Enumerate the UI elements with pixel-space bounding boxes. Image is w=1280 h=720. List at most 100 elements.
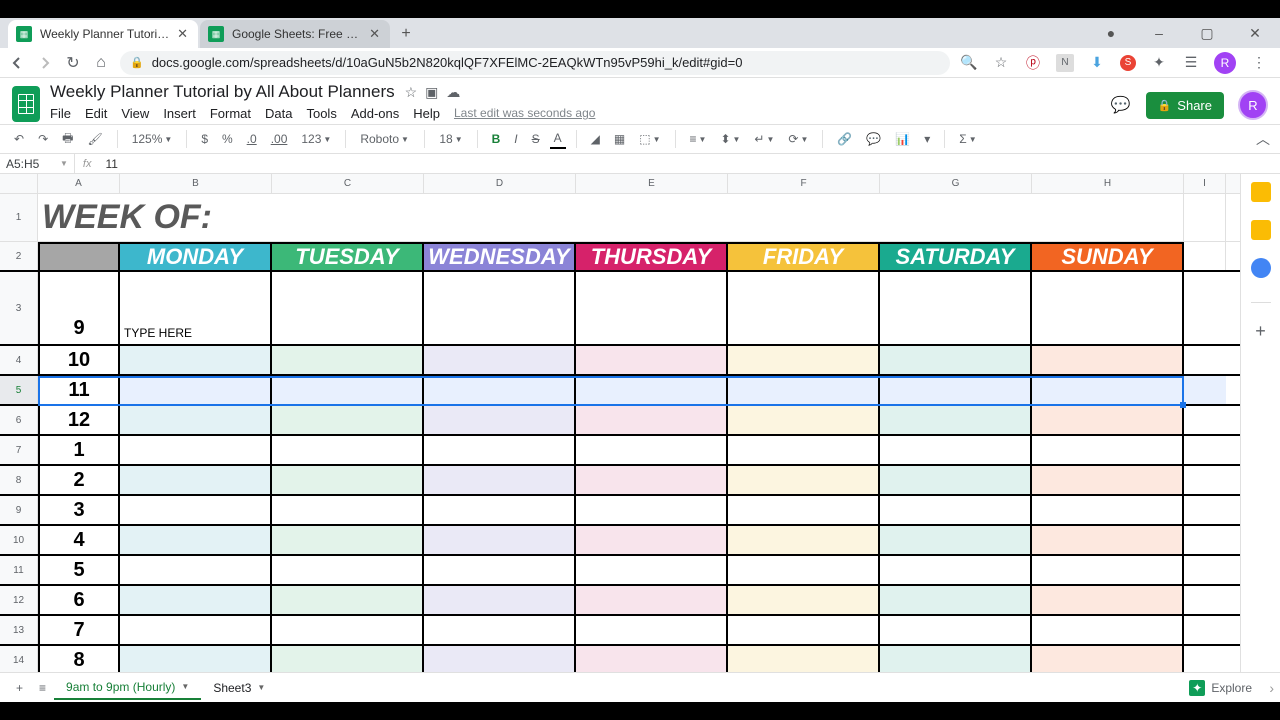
cell[interactable]: SUNDAY bbox=[1032, 242, 1184, 270]
document-title[interactable]: Weekly Planner Tutorial by All About Pla… bbox=[50, 82, 395, 102]
format-currency-button[interactable]: $ bbox=[197, 130, 212, 148]
cell[interactable] bbox=[1032, 406, 1184, 434]
cell[interactable] bbox=[120, 526, 272, 554]
cell[interactable] bbox=[120, 406, 272, 434]
cell[interactable] bbox=[1032, 586, 1184, 614]
cell[interactable] bbox=[576, 272, 728, 344]
cell[interactable]: 6 bbox=[38, 586, 120, 614]
cell[interactable] bbox=[880, 436, 1032, 464]
cell[interactable] bbox=[120, 376, 272, 404]
cell[interactable]: MONDAY bbox=[120, 242, 272, 270]
text-color-button[interactable]: A bbox=[550, 129, 566, 149]
row-header[interactable]: 7 bbox=[0, 436, 38, 464]
cell[interactable] bbox=[424, 436, 576, 464]
col-header-g[interactable]: G bbox=[880, 174, 1032, 193]
cell[interactable] bbox=[1032, 376, 1184, 404]
cell[interactable] bbox=[272, 586, 424, 614]
cell[interactable] bbox=[728, 586, 880, 614]
cell[interactable] bbox=[120, 616, 272, 644]
cell[interactable] bbox=[272, 496, 424, 524]
row-header[interactable]: 3 bbox=[0, 272, 38, 344]
cell[interactable] bbox=[272, 436, 424, 464]
cell[interactable] bbox=[880, 376, 1032, 404]
close-tab-icon[interactable]: ✕ bbox=[367, 26, 382, 42]
cell[interactable] bbox=[1032, 496, 1184, 524]
row-header[interactable]: 8 bbox=[0, 466, 38, 494]
ext-red-icon[interactable]: S bbox=[1120, 55, 1136, 71]
cell[interactable] bbox=[576, 496, 728, 524]
cell[interactable]: SATURDAY bbox=[880, 242, 1032, 270]
notion-ext-icon[interactable]: N bbox=[1056, 54, 1074, 72]
cell[interactable] bbox=[272, 616, 424, 644]
cell[interactable] bbox=[424, 406, 576, 434]
font-size-select[interactable]: 18▼ bbox=[435, 130, 466, 148]
cell[interactable] bbox=[1032, 526, 1184, 554]
cell[interactable] bbox=[728, 616, 880, 644]
tasks-side-icon[interactable] bbox=[1251, 258, 1271, 278]
explore-button[interactable]: ✦ Explore bbox=[1189, 680, 1272, 696]
browser-tab-active[interactable]: ▦ Weekly Planner Tutorial by All A ✕ bbox=[8, 20, 198, 48]
formula-input[interactable]: 11 bbox=[99, 157, 1280, 171]
cell[interactable] bbox=[272, 466, 424, 494]
cell[interactable]: 12 bbox=[38, 406, 120, 434]
cell[interactable] bbox=[880, 346, 1032, 374]
cell[interactable] bbox=[1184, 346, 1226, 374]
cell[interactable] bbox=[1184, 466, 1226, 494]
col-header-d[interactable]: D bbox=[424, 174, 576, 193]
row-header[interactable]: 1 bbox=[0, 194, 38, 241]
cell[interactable]: 3 bbox=[38, 496, 120, 524]
cell[interactable]: WEDNESDAY bbox=[424, 242, 576, 270]
row-header[interactable]: 6 bbox=[0, 406, 38, 434]
strikethrough-button[interactable]: S bbox=[528, 130, 544, 148]
close-tab-icon[interactable]: ✕ bbox=[175, 26, 190, 42]
menu-view[interactable]: View bbox=[121, 106, 149, 121]
cell[interactable] bbox=[1184, 586, 1226, 614]
reading-list-icon[interactable]: ☰ bbox=[1182, 54, 1200, 72]
window-close-icon[interactable]: ✕ bbox=[1240, 18, 1270, 48]
cell[interactable] bbox=[120, 586, 272, 614]
cell[interactable] bbox=[120, 556, 272, 584]
window-minimize-icon[interactable]: – bbox=[1144, 18, 1174, 48]
rotate-button[interactable]: ⟳▼ bbox=[784, 130, 812, 148]
more-formats-button[interactable]: 123▼ bbox=[297, 130, 335, 148]
cell[interactable] bbox=[424, 586, 576, 614]
cell[interactable] bbox=[728, 346, 880, 374]
move-icon[interactable]: ▣ bbox=[425, 84, 438, 101]
cell[interactable] bbox=[880, 496, 1032, 524]
col-header-i[interactable]: I bbox=[1184, 174, 1226, 193]
row-header[interactable]: 13 bbox=[0, 616, 38, 644]
italic-button[interactable]: I bbox=[510, 130, 521, 148]
col-header-c[interactable]: C bbox=[272, 174, 424, 193]
cell[interactable] bbox=[120, 496, 272, 524]
font-select[interactable]: Roboto▼ bbox=[356, 130, 414, 148]
redo-button[interactable]: ↷ bbox=[34, 130, 52, 148]
reload-button[interactable]: ↻ bbox=[64, 54, 82, 72]
print-button[interactable]: 🖶 bbox=[58, 127, 77, 152]
zoom-icon[interactable]: 🔍 bbox=[960, 54, 978, 72]
insert-comment-button[interactable]: 💬 bbox=[862, 130, 885, 148]
cell[interactable] bbox=[1184, 616, 1226, 644]
comment-history-icon[interactable]: 💬 bbox=[1110, 94, 1132, 116]
cell[interactable] bbox=[576, 526, 728, 554]
add-sheet-button[interactable]: + bbox=[8, 677, 31, 699]
profile-avatar[interactable]: R bbox=[1214, 52, 1236, 74]
add-addon-icon[interactable]: + bbox=[1255, 321, 1266, 342]
bold-button[interactable]: B bbox=[488, 130, 505, 148]
cell[interactable] bbox=[424, 646, 576, 672]
cell[interactable] bbox=[880, 616, 1032, 644]
account-avatar[interactable]: R bbox=[1238, 90, 1268, 120]
keep-side-icon[interactable] bbox=[1251, 220, 1271, 240]
col-header-e[interactable]: E bbox=[576, 174, 728, 193]
row-header[interactable]: 2 bbox=[0, 242, 38, 270]
cell[interactable] bbox=[424, 616, 576, 644]
row-header[interactable]: 12 bbox=[0, 586, 38, 614]
cell[interactable] bbox=[1184, 646, 1226, 672]
cell[interactable] bbox=[1184, 406, 1226, 434]
cell[interactable] bbox=[1184, 526, 1226, 554]
insert-chart-button[interactable]: 📊 bbox=[891, 130, 914, 148]
menu-file[interactable]: File bbox=[50, 106, 71, 121]
cell[interactable] bbox=[728, 406, 880, 434]
cell[interactable] bbox=[120, 346, 272, 374]
cell[interactable] bbox=[272, 272, 424, 344]
menu-edit[interactable]: Edit bbox=[85, 106, 107, 121]
